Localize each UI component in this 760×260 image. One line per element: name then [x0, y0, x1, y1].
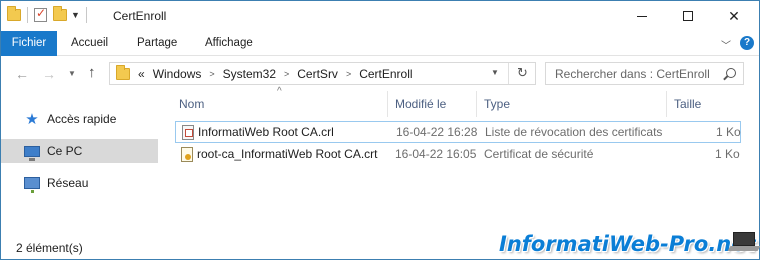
- address-bar[interactable]: « Windows > System32 > CertSrv > CertEnr…: [109, 62, 536, 85]
- network-icon: [23, 175, 41, 193]
- properties-icon[interactable]: [34, 6, 47, 22]
- breadcrumb-windows[interactable]: Windows: [153, 67, 202, 81]
- quick-access-toolbar: ▼: [7, 6, 87, 23]
- title-bar: ▼ CertEnroll ✕: [1, 1, 759, 31]
- recent-locations-icon[interactable]: ▼: [68, 69, 76, 78]
- chevron-right-icon[interactable]: >: [346, 69, 351, 79]
- refresh-icon[interactable]: ↻: [517, 65, 528, 81]
- tab-home[interactable]: Accueil: [71, 31, 108, 56]
- crl-file-icon: [182, 125, 194, 140]
- tab-view[interactable]: Affichage: [205, 31, 253, 56]
- watermark-logo: InformatiWeb-Pro.net: [499, 232, 756, 256]
- column-header-type[interactable]: Type: [484, 91, 510, 117]
- ribbon-tabs: Fichier Accueil Partage Affichage ﹀ ?: [1, 31, 759, 56]
- navigation-bar: ← → ▼ ↑ « Windows > System32 > CertSrv >…: [1, 57, 759, 91]
- file-type: Certificat de sécurité: [484, 147, 594, 161]
- customize-toolbar-icon[interactable]: ▼: [71, 10, 80, 20]
- breadcrumb-overflow[interactable]: «: [138, 67, 145, 81]
- close-button[interactable]: ✕: [711, 1, 757, 31]
- nav-item-network[interactable]: Réseau: [1, 171, 158, 195]
- column-divider[interactable]: [387, 91, 388, 117]
- column-divider[interactable]: [666, 91, 667, 117]
- computer-icon: [23, 143, 41, 161]
- maximize-icon: [683, 11, 693, 21]
- file-name: InformatiWeb Root CA.crl: [198, 125, 334, 139]
- search-icon[interactable]: [726, 68, 736, 78]
- item-count: 2 élément(s): [16, 241, 83, 255]
- new-folder-icon[interactable]: [53, 6, 67, 21]
- toolbar-divider: [27, 7, 28, 23]
- file-type: Liste de révocation des certificats: [485, 125, 663, 139]
- nav-item-label: Réseau: [47, 176, 89, 190]
- nav-item-quick-access[interactable]: ★ Accès rapide: [1, 107, 158, 131]
- nav-item-label: Accès rapide: [47, 112, 117, 126]
- search-box[interactable]: Rechercher dans : CertEnroll: [545, 62, 744, 85]
- close-icon: ✕: [728, 7, 740, 24]
- file-size: 1 Ko: [715, 147, 740, 161]
- chevron-right-icon[interactable]: >: [284, 69, 289, 79]
- breadcrumb-system32[interactable]: System32: [223, 67, 276, 81]
- back-button[interactable]: ←: [15, 66, 29, 82]
- nav-item-label: Ce PC: [47, 144, 83, 158]
- up-button[interactable]: ↑: [88, 64, 96, 81]
- minimize-button[interactable]: [619, 1, 665, 31]
- folder-icon: [7, 6, 21, 21]
- column-header-size[interactable]: Taille: [674, 91, 701, 117]
- forward-button[interactable]: →: [42, 66, 56, 82]
- minimize-icon: [637, 15, 647, 17]
- file-name: root-ca_InformatiWeb Root CA.crt: [197, 147, 378, 161]
- file-row[interactable]: InformatiWeb Root CA.crl 16-04-22 16:28 …: [175, 121, 741, 143]
- navigation-pane: ★ Accès rapide Ce PC Réseau: [1, 91, 159, 236]
- sort-ascending-icon: ^: [277, 86, 282, 97]
- tab-share[interactable]: Partage: [137, 31, 177, 56]
- nav-item-this-pc[interactable]: Ce PC: [1, 139, 158, 163]
- folder-icon: [116, 64, 130, 80]
- file-date: 16-04-22 16:28: [396, 125, 478, 139]
- star-icon: ★: [25, 111, 39, 128]
- breadcrumb-certsrv[interactable]: CertSrv: [297, 67, 338, 81]
- column-header-name[interactable]: Nom: [179, 91, 204, 117]
- address-dropdown-icon[interactable]: ▼: [491, 68, 499, 77]
- window-title: CertEnroll: [113, 9, 167, 23]
- laptop-icon: [727, 232, 760, 252]
- file-list: ^ Nom Modifié le Type Taille InformatiWe…: [171, 86, 759, 236]
- file-size: 1 Ko: [716, 125, 741, 139]
- chevron-right-icon[interactable]: >: [209, 69, 214, 79]
- expand-ribbon-icon[interactable]: ﹀: [721, 37, 731, 52]
- explorer-window: ▼ CertEnroll ✕ Fichier Accueil Partage A…: [0, 0, 760, 260]
- certificate-file-icon: [181, 147, 193, 162]
- column-divider[interactable]: [476, 91, 477, 117]
- search-placeholder: Rechercher dans : CertEnroll: [555, 67, 710, 81]
- file-date: 16-04-22 16:05: [395, 147, 477, 161]
- maximize-button[interactable]: [665, 1, 711, 31]
- toolbar-divider: [85, 7, 87, 23]
- file-row[interactable]: root-ca_InformatiWeb Root CA.crt 16-04-2…: [175, 144, 741, 166]
- help-icon[interactable]: ?: [740, 36, 754, 50]
- tab-file[interactable]: Fichier: [1, 31, 57, 56]
- breadcrumb-certenroll[interactable]: CertEnroll: [359, 67, 412, 81]
- column-header-date[interactable]: Modifié le: [395, 91, 446, 117]
- address-divider: [508, 63, 509, 84]
